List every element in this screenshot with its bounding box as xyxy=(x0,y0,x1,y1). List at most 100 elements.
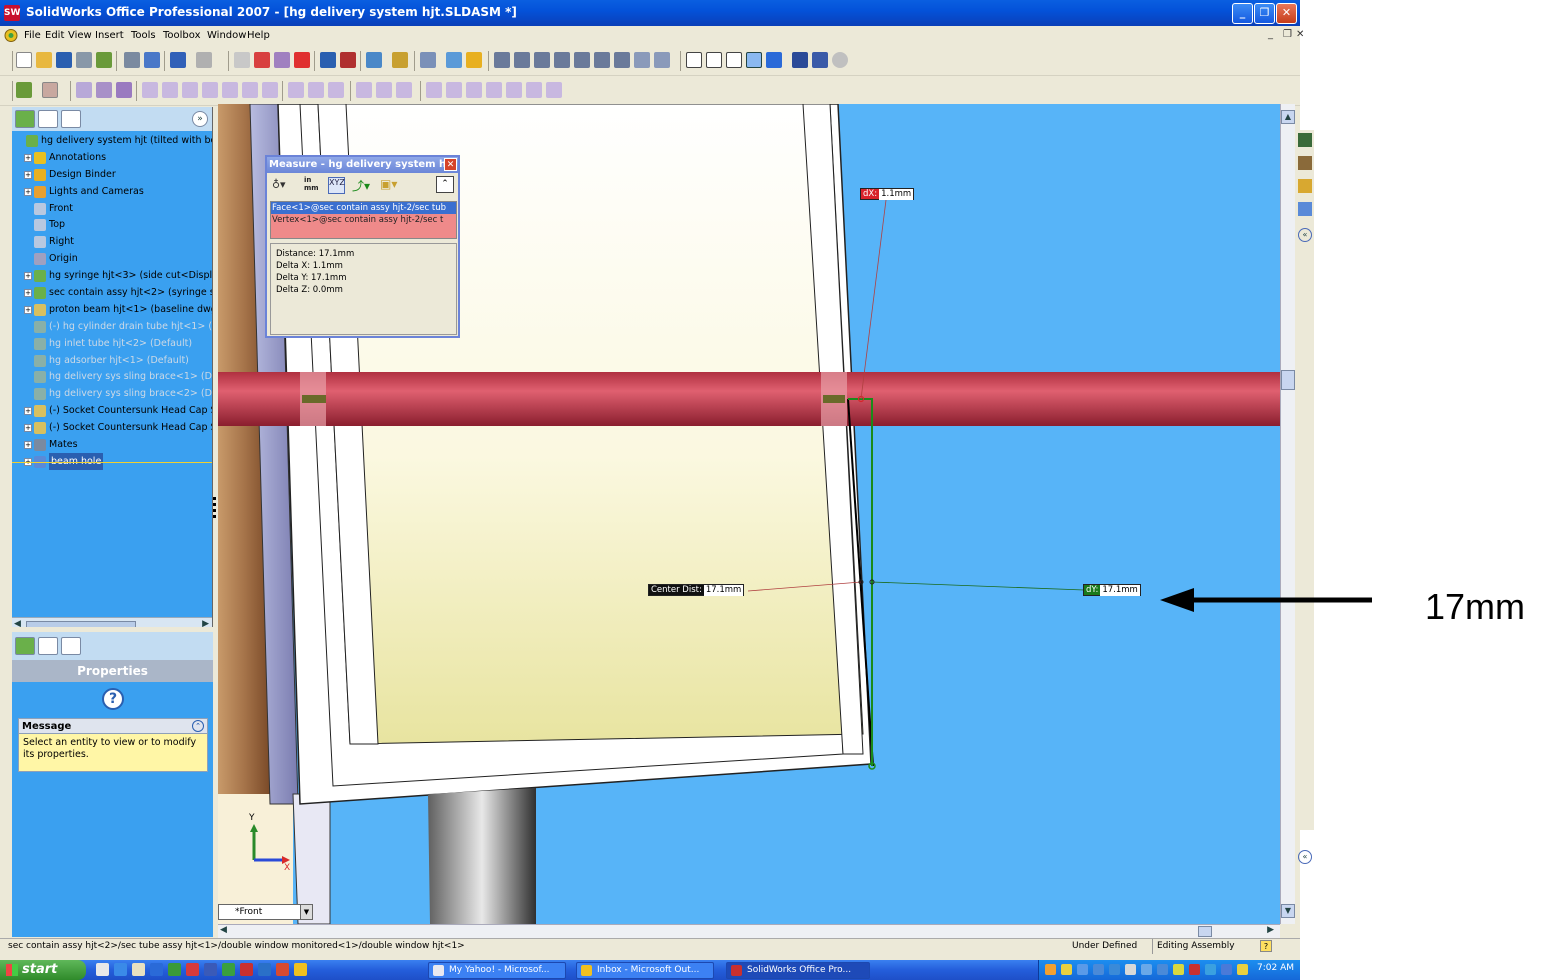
zoom-fit-icon[interactable] xyxy=(514,52,530,68)
xyz-measure-icon[interactable]: XYZ xyxy=(328,177,345,194)
save-icon[interactable] xyxy=(56,52,72,68)
view-selector[interactable]: *Front ▼ xyxy=(218,904,313,920)
scroll-left-icon[interactable]: ◀ xyxy=(220,925,227,935)
search-icon[interactable] xyxy=(1298,202,1312,216)
tray-icon[interactable] xyxy=(1237,964,1248,975)
convert-entities-icon[interactable] xyxy=(526,82,542,98)
move-entities-icon[interactable] xyxy=(546,82,562,98)
perspective-icon[interactable] xyxy=(832,52,848,68)
tray-icon[interactable] xyxy=(1141,964,1152,975)
tray-icon[interactable] xyxy=(1157,964,1168,975)
expand-pane-icon[interactable]: « xyxy=(1298,850,1312,864)
solidworks-resources-icon[interactable] xyxy=(1298,133,1312,147)
configuration-tab-icon[interactable] xyxy=(61,110,81,128)
tray-icon[interactable] xyxy=(1109,964,1120,975)
tangent-arc-icon[interactable] xyxy=(222,82,238,98)
view-orient-icon[interactable] xyxy=(494,52,510,68)
tray-icon[interactable] xyxy=(1077,964,1088,975)
edit-component-icon[interactable] xyxy=(16,82,32,98)
display-relations-icon[interactable] xyxy=(376,82,392,98)
word-icon[interactable] xyxy=(204,963,217,976)
standard-views-icon[interactable] xyxy=(654,52,670,68)
tree-item[interactable]: + (-) Socket Countersunk Head Cap S xyxy=(12,419,212,436)
doc-restore-button[interactable]: ❐ xyxy=(1283,29,1292,40)
tree-item[interactable]: Origin xyxy=(12,250,212,267)
reference-icon[interactable] xyxy=(446,52,462,68)
undo-icon[interactable] xyxy=(170,52,186,68)
property-tab-icon[interactable] xyxy=(38,110,58,128)
start-button[interactable]: start xyxy=(0,960,86,980)
point-icon[interactable] xyxy=(308,82,324,98)
polyline-icon[interactable] xyxy=(288,82,304,98)
new-icon[interactable] xyxy=(16,52,32,68)
circle-icon[interactable] xyxy=(182,82,198,98)
trim-icon[interactable] xyxy=(426,82,442,98)
feature-tree-tab-icon[interactable] xyxy=(15,637,35,655)
tree-item[interactable]: Front xyxy=(12,200,212,217)
materials-icon[interactable] xyxy=(340,52,356,68)
measure-dialog-title[interactable]: Measure - hg delivery system h... xyxy=(267,157,458,173)
scroll-thumb[interactable] xyxy=(26,621,136,627)
assembly-icon[interactable] xyxy=(96,52,112,68)
magnify-icon[interactable] xyxy=(144,52,160,68)
tray-icon[interactable] xyxy=(1045,964,1056,975)
quicklaunch-icon[interactable] xyxy=(222,963,235,976)
message-title[interactable]: Message ⌃ xyxy=(18,718,208,734)
insert-component-icon[interactable] xyxy=(366,52,382,68)
tree-item[interactable]: (-) hg cylinder drain tube hjt<1> (D xyxy=(12,318,212,335)
tree-item[interactable]: + Mates xyxy=(12,436,212,453)
expand-icon[interactable]: + xyxy=(24,289,32,298)
help-icon[interactable]: ? xyxy=(102,688,124,710)
tree-item[interactable]: hg delivery sys sling brace<2> (De xyxy=(12,385,212,402)
arc-icon[interactable] xyxy=(202,82,218,98)
zoom-in-out-icon[interactable] xyxy=(554,52,570,68)
quicklaunch-icon[interactable] xyxy=(96,963,109,976)
print-icon[interactable] xyxy=(76,52,92,68)
collapse-pane-icon[interactable]: « xyxy=(1298,228,1312,242)
center-dist-tag[interactable]: Center Dist: 17.1mm xyxy=(648,584,745,596)
tree-item[interactable]: + proton beam hjt<1> (baseline dwg xyxy=(12,301,212,318)
vertical-scrollbar[interactable]: ▲ ▼ xyxy=(1280,104,1295,924)
expand-icon[interactable]: + xyxy=(24,441,32,450)
tree-item[interactable]: + Annotations xyxy=(12,149,212,166)
tree-item[interactable]: + Design Binder xyxy=(12,166,212,183)
spline-icon[interactable] xyxy=(242,82,258,98)
expand-icon[interactable]: + xyxy=(24,170,32,179)
tree-item[interactable]: + sec contain assy hjt<2> (syringe si xyxy=(12,284,212,301)
mate-icon[interactable] xyxy=(392,52,408,68)
3d-sketch-icon[interactable] xyxy=(96,82,112,98)
help-icon[interactable]: ? xyxy=(1260,940,1272,952)
property-tab-icon[interactable] xyxy=(38,637,58,655)
tree-item[interactable]: hg delivery system hjt (tilted with bear xyxy=(12,132,212,149)
tree-item[interactable]: Top xyxy=(12,216,212,233)
dx-tag[interactable]: dX: 1.1mm xyxy=(860,188,915,200)
rectangle-icon[interactable] xyxy=(162,82,178,98)
selection-face[interactable]: Face<1>@sec contain assy hjt-2/sec tub xyxy=(271,202,456,214)
add-relation-icon[interactable] xyxy=(356,82,372,98)
collapse-dialog-icon[interactable]: ⌃ xyxy=(436,176,454,193)
scroll-thumb[interactable] xyxy=(1198,926,1212,937)
tree-item[interactable]: hg delivery sys sling brace<1> (De xyxy=(12,368,212,385)
scroll-right-icon[interactable]: ▶ xyxy=(202,619,209,627)
tree-item[interactable]: + Lights and Cameras xyxy=(12,183,212,200)
zoom-area-icon[interactable] xyxy=(534,52,550,68)
file-explorer-icon[interactable] xyxy=(1298,179,1312,193)
expand-icon[interactable]: + xyxy=(24,407,32,416)
doc-minimize-button[interactable]: _ xyxy=(1268,29,1273,40)
lower-cylinder-shape[interactable] xyxy=(428,788,536,924)
line-icon[interactable] xyxy=(142,82,158,98)
sketch-tool-icon[interactable] xyxy=(76,82,92,98)
selection-list[interactable]: Face<1>@sec contain assy hjt-2/sec tub V… xyxy=(270,201,457,239)
clock[interactable]: 7:02 AM xyxy=(1257,963,1294,973)
pan-icon[interactable] xyxy=(614,52,630,68)
network-icon[interactable] xyxy=(1093,964,1104,975)
tree-item[interactable]: hg inlet tube hjt<2> (Default) xyxy=(12,335,212,352)
menu-insert[interactable]: Insert xyxy=(95,30,124,41)
options-icon[interactable] xyxy=(320,52,336,68)
measure-dialog[interactable]: Measure - hg delivery system h... ✕ ♁▾ i… xyxy=(265,155,460,338)
expand-icon[interactable]: + xyxy=(24,305,32,314)
collapse-icon[interactable]: ⌃ xyxy=(192,720,204,732)
quicklaunch-icon[interactable] xyxy=(186,963,199,976)
outlook-icon[interactable] xyxy=(294,963,307,976)
quicklaunch-icon[interactable] xyxy=(276,963,289,976)
